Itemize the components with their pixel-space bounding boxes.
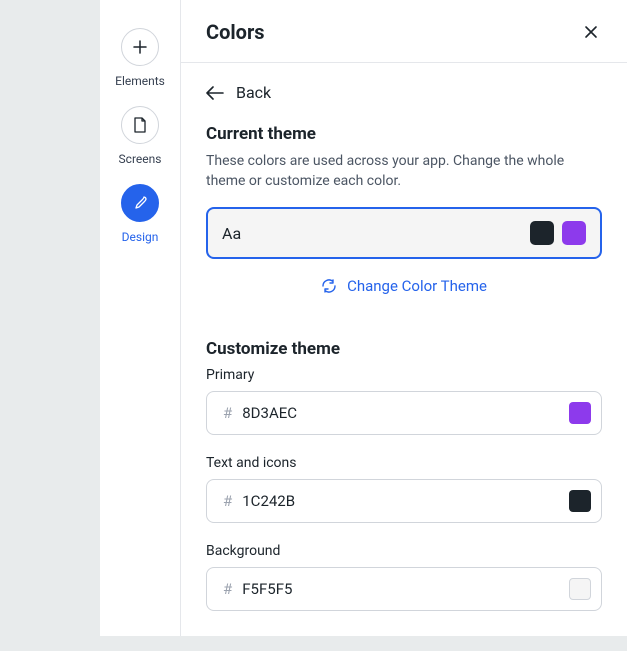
sidebar-item-label: Design <box>122 230 159 244</box>
theme-preview[interactable]: Aa <box>206 207 602 259</box>
sidebar-item-label: Screens <box>119 152 162 166</box>
brush-icon <box>121 184 159 222</box>
close-icon <box>583 24 599 40</box>
hash-symbol: # <box>223 492 232 510</box>
theme-preview-text: Aa <box>222 224 241 243</box>
color-chip-text-icons[interactable] <box>569 490 591 512</box>
field-label: Primary <box>206 367 602 383</box>
hex-value: 8D3AEC <box>242 404 559 422</box>
change-theme-button[interactable]: Change Color Theme <box>206 277 602 295</box>
customize-heading: Customize theme <box>206 339 602 359</box>
sidebar-item-label: Elements <box>115 74 165 88</box>
field-text-icons: Text and icons # 1C242B <box>206 455 602 523</box>
color-chip-primary[interactable] <box>569 402 591 424</box>
document-icon <box>121 106 159 144</box>
hex-input-text-icons[interactable]: # 1C242B <box>206 479 602 523</box>
refresh-icon <box>321 278 337 294</box>
field-background: Background # F5F5F5 <box>206 543 602 611</box>
sidebar-item-elements[interactable]: Elements <box>115 28 165 88</box>
design-panel: Colors Back Current theme These colors a… <box>181 0 627 636</box>
back-button[interactable]: Back <box>206 83 602 102</box>
sidebar-item-screens[interactable]: Screens <box>119 106 162 166</box>
change-theme-label: Change Color Theme <box>347 277 487 295</box>
current-theme-description: These colors are used across your app. C… <box>206 152 602 191</box>
panel-title: Colors <box>206 20 265 44</box>
theme-swatches <box>530 221 586 245</box>
sidebar-item-design[interactable]: Design <box>121 184 159 244</box>
panel-header: Colors <box>181 0 627 63</box>
close-button[interactable] <box>580 21 602 43</box>
sidebar: Elements Screens Design <box>100 0 181 636</box>
current-theme-heading: Current theme <box>206 124 602 144</box>
hex-input-background[interactable]: # F5F5F5 <box>206 567 602 611</box>
back-label: Back <box>236 83 271 102</box>
arrow-left-icon <box>206 86 224 100</box>
swatch-dark <box>530 221 554 245</box>
swatch-primary <box>562 221 586 245</box>
hex-input-primary[interactable]: # 8D3AEC <box>206 391 602 435</box>
color-chip-background[interactable] <box>569 578 591 600</box>
hex-value: 1C242B <box>242 492 559 510</box>
plus-icon <box>121 28 159 66</box>
field-label: Background <box>206 543 602 559</box>
hash-symbol: # <box>223 404 232 422</box>
hex-value: F5F5F5 <box>242 580 559 598</box>
field-primary: Primary # 8D3AEC <box>206 367 602 435</box>
field-label: Text and icons <box>206 455 602 471</box>
hash-symbol: # <box>223 580 232 598</box>
